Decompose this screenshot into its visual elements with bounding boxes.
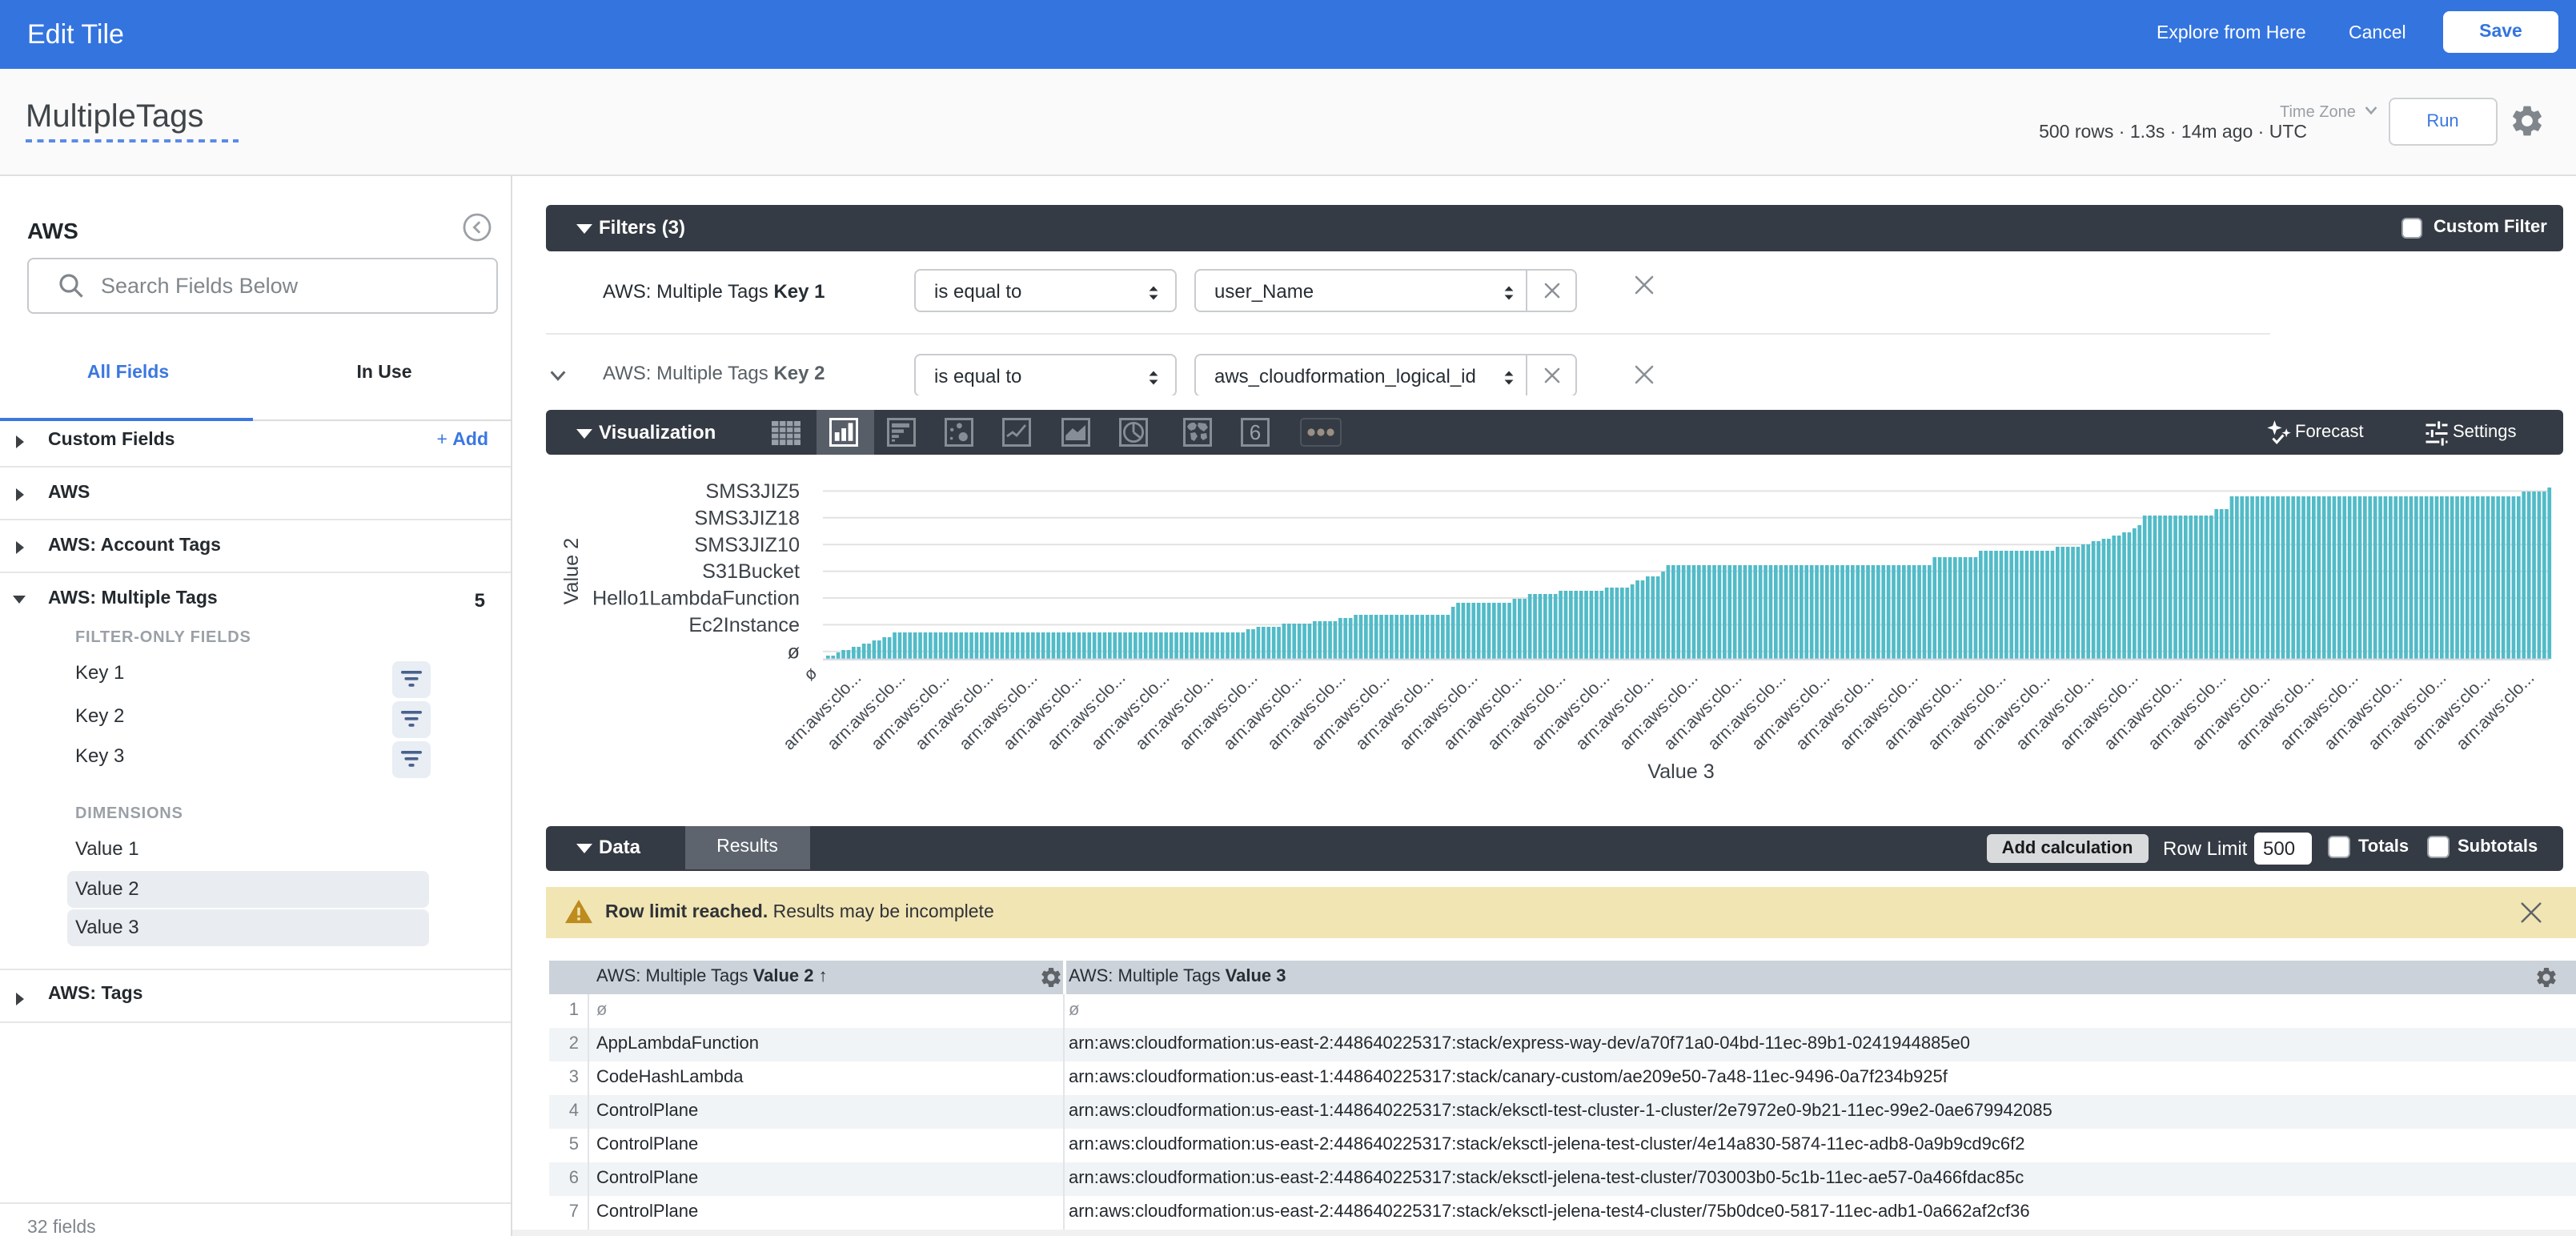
svg-text:SMS3JIZ10: SMS3JIZ10: [694, 534, 800, 556]
svg-text:Hello1LambdaFunction: Hello1LambdaFunction: [592, 588, 800, 610]
svg-text:Value 3: Value 3: [1647, 760, 1715, 783]
svg-text:SMS3JIZ5: SMS3JIZ5: [705, 480, 800, 503]
svg-text:6: 6: [1250, 420, 1261, 444]
svg-text:Value 2: Value 2: [560, 538, 583, 605]
svg-text:ø: ø: [800, 663, 821, 684]
svg-text:SMS3JIZ18: SMS3JIZ18: [694, 507, 800, 529]
svg-text:S31Bucket: S31Bucket: [702, 560, 800, 583]
svg-text:Ec2Instance: Ec2Instance: [688, 614, 800, 636]
svg-text:ø: ø: [788, 640, 800, 663]
